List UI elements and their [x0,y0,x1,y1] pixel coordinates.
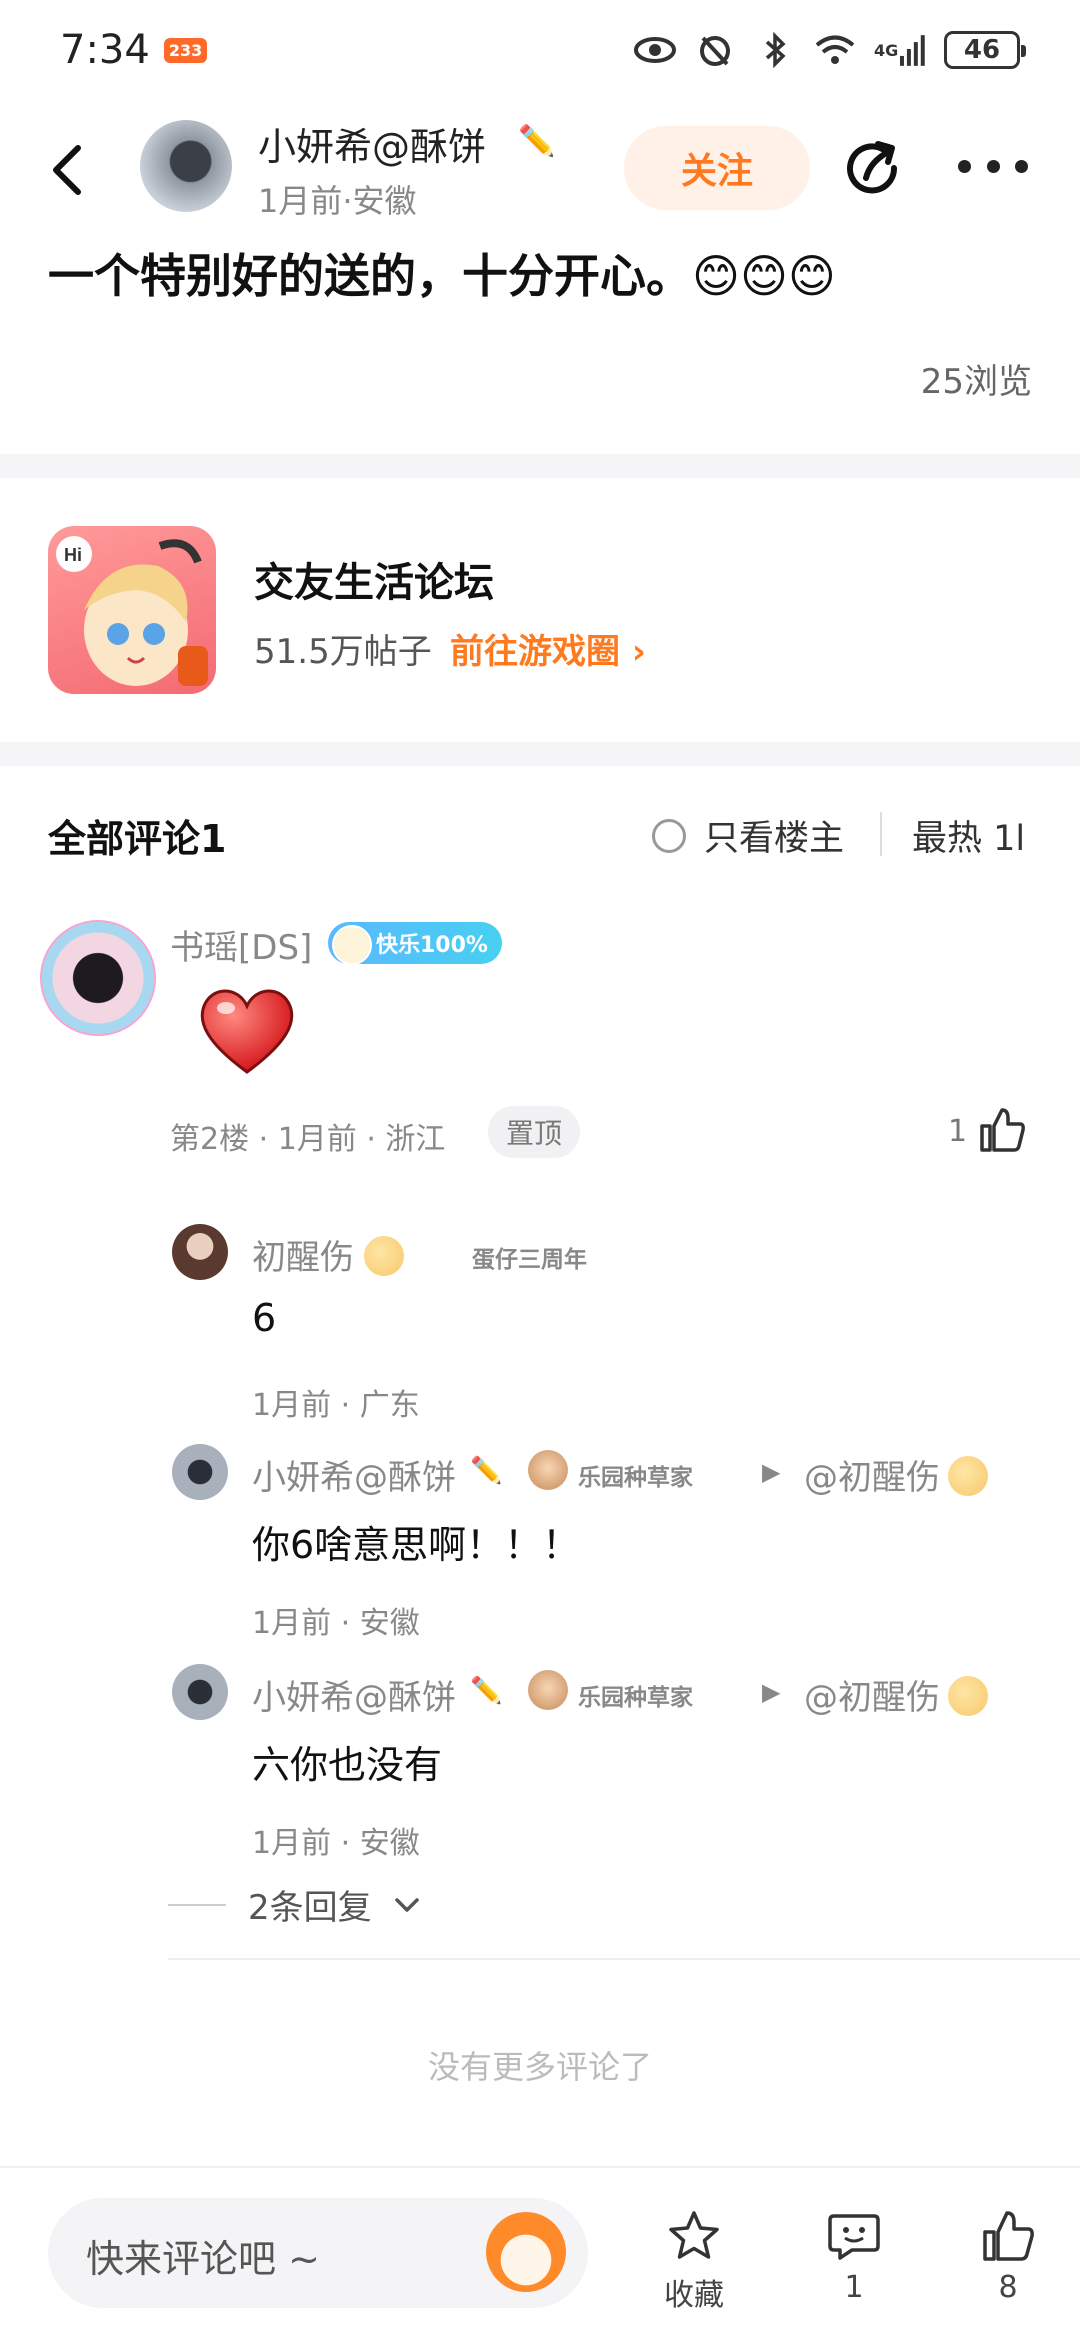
expand-replies-button[interactable]: 2条回复 [168,1880,420,1929]
heart-sticker-icon [200,989,294,1074]
kiss-emoji-icon [948,1676,988,1716]
reply-target[interactable]: @初醒伤 [804,1670,940,1719]
mascot-icon[interactable] [486,2212,566,2292]
reply-meta: 1月前 · 安徽 [252,1826,420,1861]
reply-author[interactable]: 小妍希@酥饼 [252,1450,456,1499]
badge-avatar-icon [528,1450,568,1490]
forum-name[interactable]: 交友生活论坛 [254,550,494,608]
comment-count: 1 [844,2270,864,2305]
section-divider [0,742,1080,766]
pen-icon: ✏️ [470,1456,503,1486]
thumbs-up-icon [983,2211,1034,2261]
wifi-icon [814,29,856,71]
forum-post-count: 51.5万帖子 [254,632,432,672]
only-host-toggle[interactable]: 只看楼主 [652,810,844,861]
happiness-badge: 快乐100% [328,922,502,965]
author-meta: 1月前·安徽 [258,182,417,220]
reply-author[interactable]: 初醒伤 [252,1230,354,1279]
view-count: 25浏览 [920,362,1032,402]
commenter-name[interactable]: 书瑶[DS] [170,920,312,969]
reply-badge: 蛋仔三周年 [472,1247,587,1273]
kiss-emoji-icon [948,1456,988,1496]
author-avatar[interactable] [140,120,232,212]
notification-badge: 233 [163,37,208,63]
forum-icon[interactable]: Hi [48,526,216,694]
reply-meta: 1月前 · 广东 [252,1388,420,1423]
share-icon [847,141,898,194]
reply-text: 六你也没有 [252,1743,443,1787]
more-options-button[interactable] [958,136,1028,196]
comment-meta: 第2楼 · 1月前 · 浙江 [170,1122,446,1157]
like-count: 8 [998,2270,1018,2305]
favorite-label: 收藏 [664,2278,724,2313]
alarm-off-icon [694,29,736,71]
bluetooth-icon [754,29,796,71]
back-button[interactable] [44,140,94,200]
signal-icon: 4G [874,29,926,71]
anime-character-icon: Hi [56,536,208,686]
divider [880,812,882,856]
radio-icon[interactable] [652,818,686,853]
reply-arrow-icon: ▶ [762,1678,781,1706]
reply-arrow-icon: ▶ [762,1458,781,1486]
comment-bubble-icon [828,2214,880,2260]
post-header: 小妍希@酥饼 ✏️ 1月前·安徽 关注 [0,110,1080,230]
status-time: 7:34 [60,27,150,73]
bottom-action-bar: 快来评论吧 ~ 收藏 1 8 [0,2166,1080,2340]
pen-icon: ✏️ [470,1676,503,1706]
divider [168,1903,226,1906]
sort-button[interactable]: 最热 1l [912,810,1030,861]
reply-badge: 乐园种草家 [578,1685,693,1711]
reply-avatar[interactable] [172,1444,228,1500]
star-icon [669,2211,719,2259]
comment-button[interactable]: 1 [804,2208,904,2305]
section-divider [0,454,1080,478]
reply-avatar[interactable] [172,1664,228,1720]
go-to-forum-link[interactable]: 前往游戏圈 › [450,624,646,673]
favorite-button[interactable]: 收藏 [644,2208,744,2314]
post-text: 一个特别好的送的，十分开心。😊😊😊 [48,249,836,303]
thumbs-up-icon[interactable] [978,1106,1026,1154]
more-replies-label: 2条回复 [248,1888,372,1928]
reply-target[interactable]: @初醒伤 [804,1450,940,1499]
no-more-comments: 没有更多评论了 [427,2048,652,2086]
badge-avatar-icon [528,1670,568,1710]
pinned-badge: 置顶 [488,1106,581,1158]
status-icons: 4G 46 [634,29,1026,71]
reply-avatar[interactable] [172,1224,228,1280]
status-bar: 7:34 233 4G 46 [0,0,1080,100]
reply-meta: 1月前 · 安徽 [252,1606,420,1641]
reply-text: 你6啥意思啊！！！ [252,1523,581,1567]
commenter-avatar[interactable] [40,920,156,1036]
divider [168,1958,1080,1960]
comments-title: 全部评论1 [48,817,227,861]
like-button[interactable]: 8 [958,2208,1058,2305]
reply-text: 6 [252,1296,277,1340]
reply-badge: 乐园种草家 [578,1465,693,1491]
chevron-down-icon [394,1897,419,1912]
comment-input[interactable]: 快来评论吧 ~ [48,2198,588,2308]
comment-input-placeholder: 快来评论吧 ~ [86,2237,320,2281]
only-host-label: 只看楼主 [704,819,845,859]
back-arrow-icon [53,145,81,195]
pen-icon: ✏️ [518,124,556,159]
author-name[interactable]: 小妍希@酥饼 [258,116,486,171]
follow-button[interactable]: 关注 [624,126,810,210]
kiss-emoji-icon [364,1236,404,1276]
share-button[interactable] [844,138,906,200]
battery-indicator: 46 [944,31,1026,69]
comment-like-count: 1 [948,1114,968,1149]
network-type: 4G [874,40,899,60]
reply-author[interactable]: 小妍希@酥饼 [252,1670,456,1719]
eye-icon [634,29,676,71]
svg-text:Hi: Hi [64,545,82,565]
